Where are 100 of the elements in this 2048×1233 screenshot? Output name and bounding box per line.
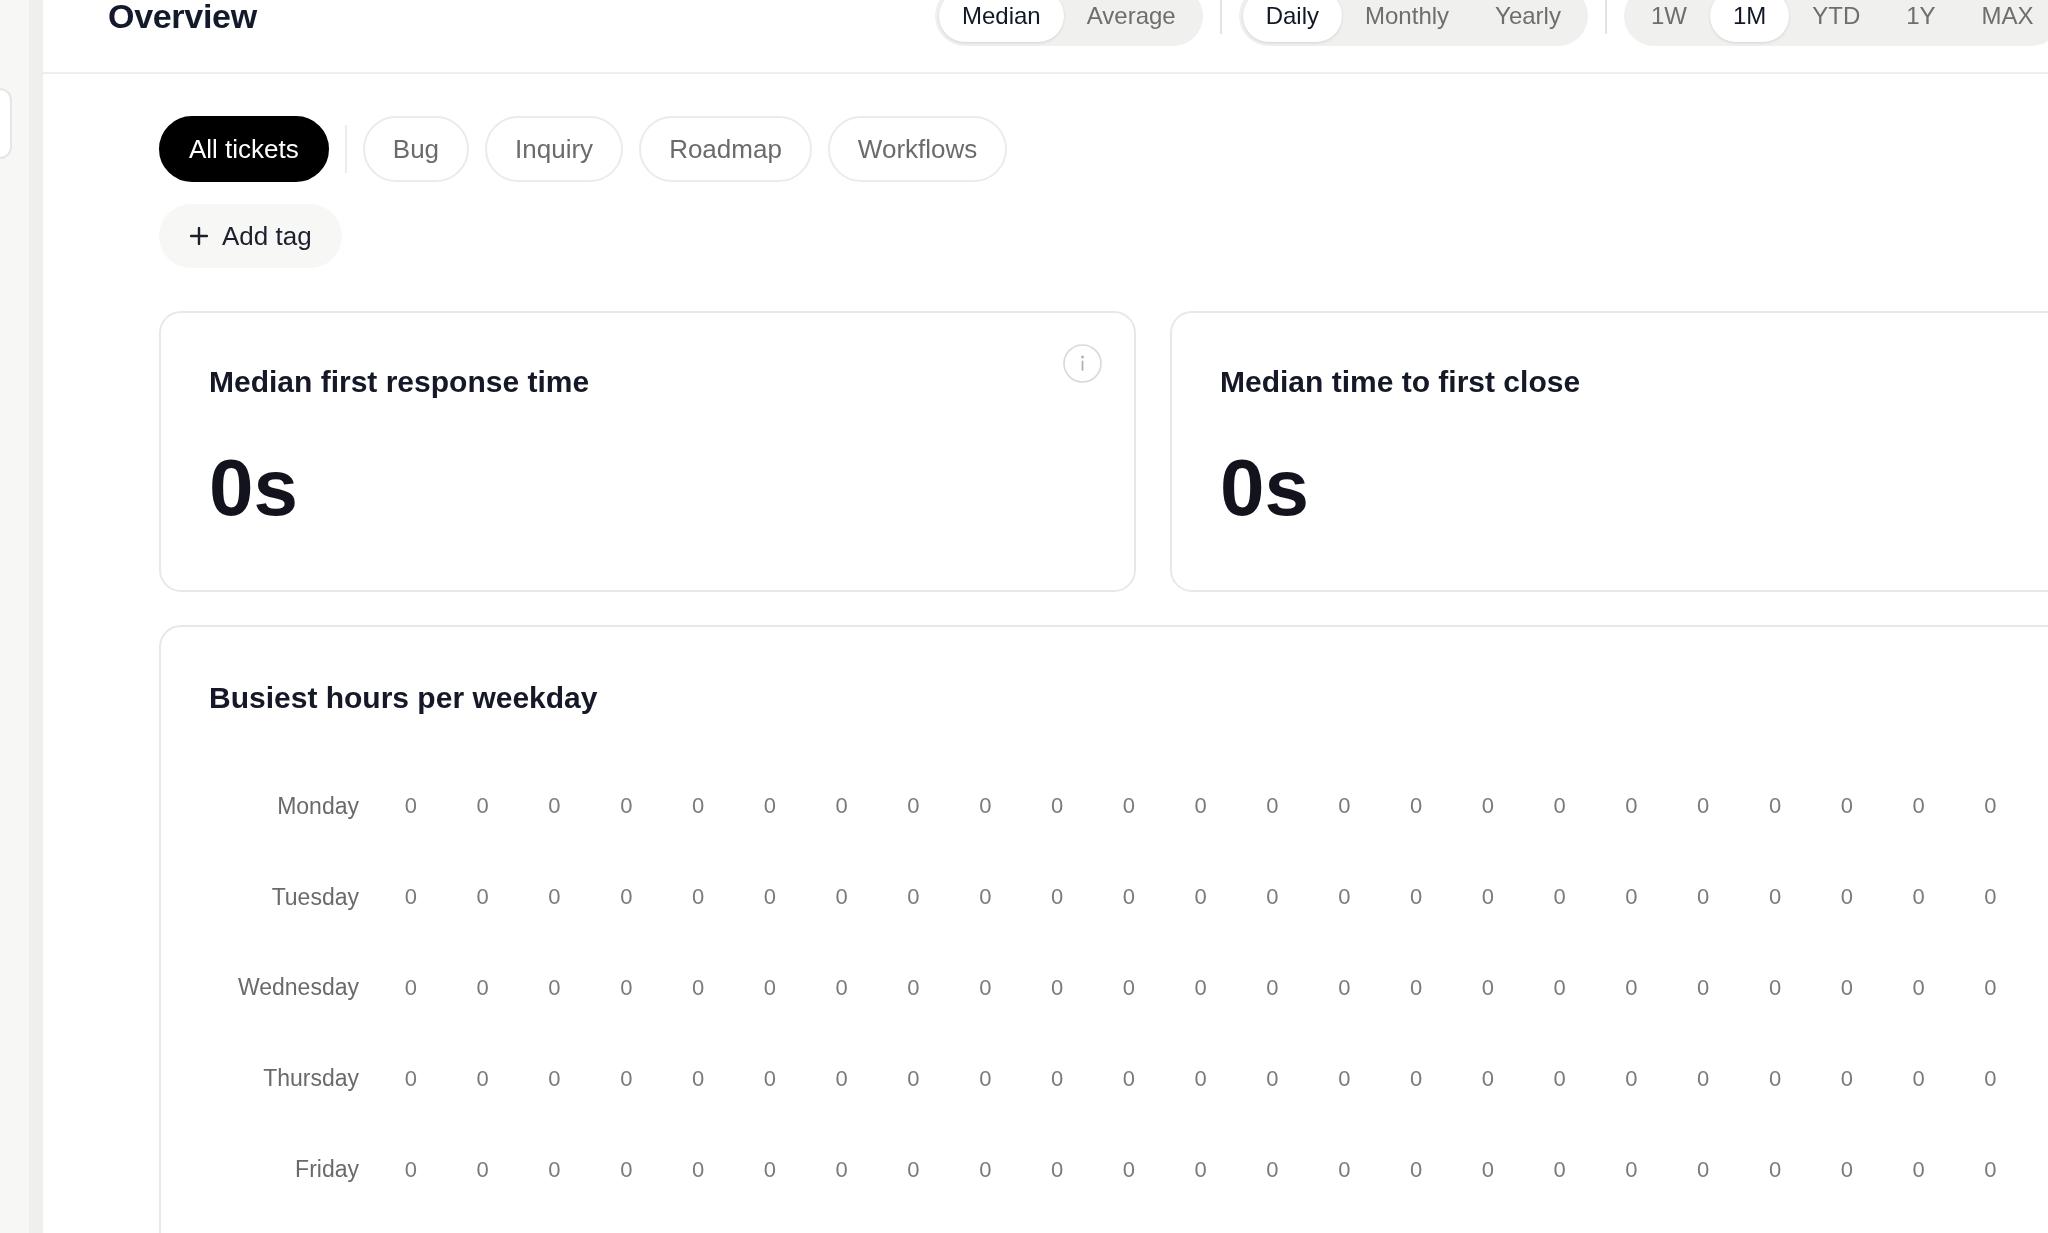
hour-count: 0	[1409, 975, 1423, 1001]
hour-count: 0	[1266, 793, 1279, 820]
hour-count: 0	[476, 1065, 489, 1092]
hour-count: 0	[1409, 884, 1423, 911]
hour-count: 0	[763, 884, 776, 911]
hour-count: 0	[1984, 884, 1997, 911]
hour-count: 0	[1625, 884, 1638, 911]
hour-count: 0	[1338, 1065, 1351, 1092]
weekday-label: Monday	[277, 792, 359, 820]
hour-count: 0	[1266, 1065, 1279, 1092]
hour-count: 0	[979, 884, 992, 911]
hour-count: 0	[763, 793, 776, 820]
hour-count: 0	[1553, 1156, 1566, 1183]
segment-tab[interactable]: Monthly	[1342, 0, 1473, 42]
hour-count: 0	[1840, 1065, 1853, 1092]
hour-count: 0	[1768, 1156, 1782, 1183]
hour-count: 0	[1481, 884, 1494, 911]
hour-count: 0	[1266, 1156, 1279, 1183]
hour-count: 0	[1697, 884, 1710, 911]
hour-count: 0	[1912, 884, 1925, 911]
hour-count: 0	[1553, 1065, 1566, 1092]
hour-count: 0	[476, 793, 489, 820]
hour-count: 0	[979, 975, 992, 1001]
tag-filter[interactable]: Roadmap	[639, 116, 812, 182]
hour-count: 0	[1625, 793, 1638, 820]
hour-count: 0	[1050, 975, 1064, 1001]
hour-count: 0	[548, 793, 561, 820]
hour-count: 0	[979, 1065, 992, 1092]
hour-count: 0	[1840, 793, 1853, 820]
hour-count: 0	[1768, 884, 1782, 911]
hour-count: 0	[1409, 1065, 1423, 1092]
hour-count: 0	[1122, 975, 1135, 1001]
hour-count: 0	[1122, 1156, 1135, 1183]
hour-count: 0	[620, 793, 633, 820]
hour-count: 0	[691, 1065, 705, 1092]
hour-count: 0	[404, 975, 417, 1001]
hour-count: 0	[548, 1065, 561, 1092]
hour-count: 0	[1338, 884, 1351, 911]
hour-count: 0	[1194, 884, 1207, 911]
hour-count: 0	[1481, 1156, 1494, 1183]
segment-tab[interactable]: Daily	[1242, 0, 1343, 42]
hour-count: 0	[835, 1065, 848, 1092]
hour-count: 0	[1625, 1065, 1638, 1092]
hour-count: 0	[1122, 793, 1135, 820]
hour-count: 0	[548, 1156, 561, 1183]
hour-count: 0	[1122, 884, 1135, 911]
add-tag-button[interactable]: Add tag	[159, 204, 342, 268]
hour-count: 0	[548, 884, 561, 911]
hour-count: 0	[835, 1156, 848, 1183]
hour-count: 0	[1338, 975, 1351, 1001]
hour-count: 0	[907, 884, 920, 911]
hour-count: 0	[835, 884, 848, 911]
segment-tab[interactable]: 1Y	[1883, 0, 1959, 42]
tag-filter[interactable]: Workflows	[827, 116, 1008, 182]
hour-count: 0	[1194, 1065, 1207, 1092]
hour-count: 0	[620, 975, 633, 1001]
hour-count: 0	[1194, 1156, 1207, 1183]
hour-count: 0	[1194, 793, 1207, 820]
hour-count: 0	[1338, 793, 1351, 820]
hour-count: 0	[691, 1156, 705, 1183]
hour-count: 0	[1984, 1156, 1997, 1183]
tag-filter[interactable]: Inquiry	[485, 116, 624, 182]
info-icon[interactable]	[1063, 344, 1102, 383]
weekday-label: Wednesday	[237, 974, 359, 1002]
hour-count: 0	[1984, 975, 1997, 1001]
hour-count: 0	[620, 1065, 633, 1092]
tag-filter[interactable]: All tickets	[159, 116, 329, 182]
hour-count: 0	[907, 1065, 920, 1092]
hour-count: 0	[476, 1156, 489, 1183]
weekday-label: Thursday	[263, 1065, 359, 1093]
hour-count: 0	[1840, 884, 1853, 911]
hour-count: 0	[1697, 1065, 1710, 1092]
hour-count: 0	[1050, 793, 1064, 820]
segment-tab[interactable]: Median	[939, 0, 1064, 42]
hour-count: 0	[404, 884, 417, 911]
hour-count: 0	[1625, 975, 1638, 1001]
hour-count: 0	[835, 793, 848, 820]
hour-count: 0	[1409, 793, 1423, 820]
segment-tab[interactable]: Yearly	[1472, 0, 1584, 42]
segment-tab[interactable]: 1W	[1627, 0, 1710, 42]
segment-tab[interactable]: Average	[1063, 0, 1199, 42]
hour-count: 0	[763, 1065, 776, 1092]
hour-count: 0	[1122, 1065, 1135, 1092]
segment-tab[interactable]: YTD	[1789, 0, 1884, 42]
weekday-label: Friday	[295, 1156, 359, 1184]
hour-count: 0	[907, 975, 920, 1001]
hour-count: 0	[979, 1156, 992, 1183]
heatmap-title: Busiest hours per weekday	[209, 680, 598, 716]
hour-count: 0	[476, 884, 489, 911]
hour-count: 0	[979, 793, 992, 820]
hour-count: 0	[1338, 1156, 1351, 1183]
hour-count: 0	[1553, 793, 1566, 820]
hour-count: 0	[1409, 1156, 1423, 1183]
hour-count: 0	[404, 793, 417, 820]
hour-count: 0	[476, 975, 489, 1001]
segment-tab[interactable]: 1M	[1709, 0, 1790, 42]
tag-filter[interactable]: Bug	[362, 116, 470, 182]
hour-count: 0	[763, 975, 776, 1001]
segment-tab[interactable]: MAX	[1958, 0, 2048, 42]
hour-count: 0	[1768, 1065, 1782, 1092]
